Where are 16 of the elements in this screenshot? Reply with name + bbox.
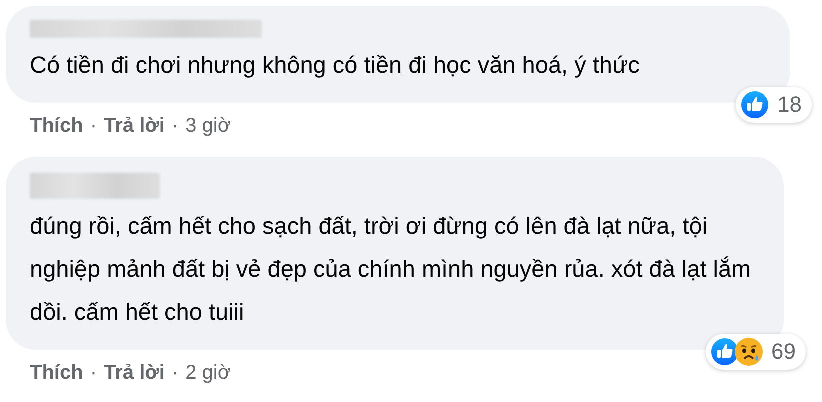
reaction-summary[interactable]: 69 bbox=[706, 334, 806, 370]
timestamp[interactable]: 3 giờ bbox=[186, 114, 231, 138]
separator-dot: · bbox=[90, 362, 98, 384]
reaction-count: 18 bbox=[778, 92, 802, 118]
separator-dot: · bbox=[172, 114, 179, 138]
comment-text: đúng rồi, cấm hết cho sạch đất, trời ơi đừng có lên đà lạt nữa, tội nghiệp mảnh đất bị vẻ đẹp của chính mình nguyền rủa. xót đà lạt lắm dồi. cấm hết cho tuiii bbox=[30, 212, 752, 327]
reaction-count: 69 bbox=[772, 339, 796, 365]
reaction-summary[interactable]: 18 bbox=[736, 87, 812, 123]
action-link[interactable]: Thích bbox=[30, 114, 84, 138]
separator-dot: · bbox=[90, 114, 98, 138]
action-link[interactable]: Thích bbox=[30, 362, 84, 384]
action-link[interactable]: Trả lời bbox=[104, 362, 165, 384]
comment-text: Có tiền đi chơi nhưng không có tiền đi học văn hoá, ý thức bbox=[30, 51, 641, 80]
timestamp[interactable]: 2 giờ bbox=[186, 362, 231, 384]
separator-dot: · bbox=[172, 362, 179, 384]
action-link[interactable]: Trả lời bbox=[104, 114, 165, 138]
